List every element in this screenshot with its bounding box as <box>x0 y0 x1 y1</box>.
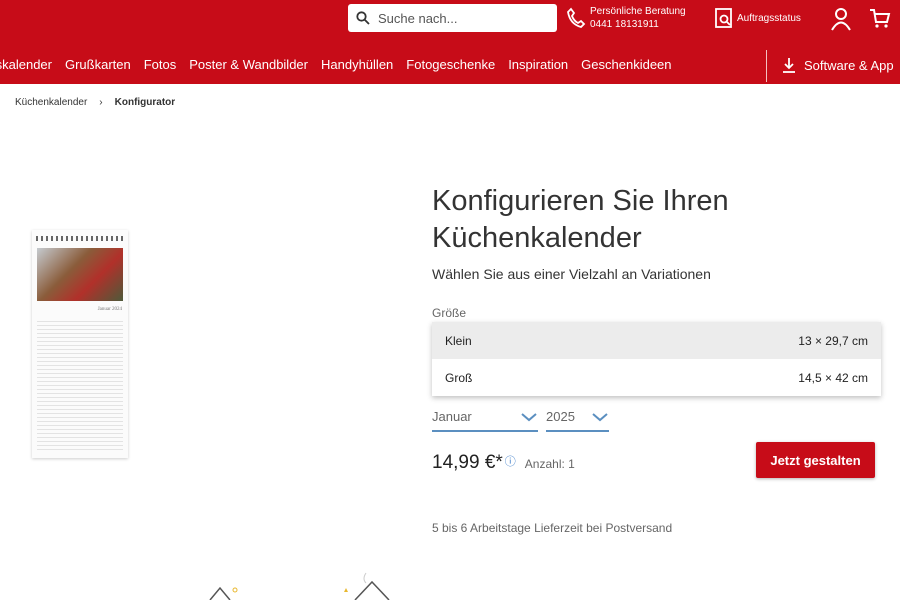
search-box[interactable] <box>348 4 557 32</box>
download-icon <box>783 58 795 73</box>
nav-item[interactable]: Handyhüllen <box>321 57 393 72</box>
delivery-info: 5 bis 6 Arbeitstage Lieferzeit bei Postv… <box>432 521 673 535</box>
option-dims: 14,5 × 42 cm <box>798 370 868 385</box>
option-name: Klein <box>445 333 472 348</box>
apps-label: Software & App <box>804 57 894 73</box>
cart-icon[interactable] <box>869 8 891 30</box>
month-select[interactable]: Januar <box>432 403 538 432</box>
nav-item[interactable]: Geschenkideen <box>581 57 671 72</box>
nav-item[interactable]: Poster & Wandbilder <box>189 57 308 72</box>
size-label: Größe <box>432 306 467 320</box>
info-icon[interactable]: ⓘ <box>505 453 516 469</box>
order-status-link[interactable]: Auftragsstatus <box>714 7 801 29</box>
year-value: 2025 <box>546 409 575 424</box>
page-title: Konfigurieren Sie Ihren Küchenkalender <box>432 185 729 254</box>
size-option-klein[interactable]: Klein 13 × 29,7 cm <box>432 322 881 359</box>
consult-label: Persönliche Beratung <box>590 6 686 17</box>
price: 14,99 €* <box>432 452 503 473</box>
consultation-link[interactable]: Persönliche Beratung 0441 18131911 <box>566 5 686 31</box>
quantity: Anzahl: 1 <box>524 457 575 471</box>
option-name: Groß <box>445 370 473 385</box>
price-row: 14,99 €* ⓘ Anzahl: 1 <box>432 452 575 474</box>
nav-item[interactable]: tskalender <box>0 57 52 72</box>
calendar-month: Januar 2024 <box>97 307 122 312</box>
phone-icon <box>567 7 586 29</box>
calendar-photo <box>37 248 123 301</box>
chevron-right-icon: › <box>99 97 103 108</box>
month-value: Januar <box>432 409 472 424</box>
search-input[interactable] <box>378 10 538 26</box>
product-image: Januar 2024 <box>32 230 128 458</box>
chevron-down-icon <box>592 412 608 421</box>
order-status-label: Auftragsstatus <box>737 12 801 24</box>
search-icon <box>356 11 370 25</box>
breadcrumb-current: Konfigurator <box>114 97 176 108</box>
order-search-icon <box>715 8 732 28</box>
calendar-lines <box>37 318 123 453</box>
user-icon[interactable] <box>830 7 852 31</box>
size-dropdown[interactable]: Klein 13 × 29,7 cm Groß 14,5 × 42 cm <box>432 322 881 396</box>
nav-item[interactable]: Fotogeschenke <box>406 57 495 72</box>
option-dims: 13 × 29,7 cm <box>798 333 868 348</box>
size-option-gross[interactable]: Groß 14,5 × 42 cm <box>432 359 881 396</box>
start-design-button[interactable]: Jetzt gestalten <box>756 442 875 478</box>
spiral-binding <box>36 236 124 241</box>
year-select[interactable]: 2025 <box>546 403 609 432</box>
chevron-down-icon <box>521 412 537 421</box>
header: Persönliche Beratung 0441 18131911 Auftra… <box>0 0 900 84</box>
breadcrumb: Küchenkalender › Konfigurator <box>15 97 175 108</box>
consult-phone: 0441 18131911 <box>590 19 659 30</box>
software-app-link[interactable]: Software & App <box>782 57 894 73</box>
nav-divider <box>766 50 767 82</box>
nav-item[interactable]: Fotos <box>144 57 177 72</box>
decorative-illustration <box>209 572 390 600</box>
breadcrumb-link[interactable]: Küchenkalender <box>15 97 87 108</box>
nav-item[interactable]: Inspiration <box>508 57 568 72</box>
subtitle: Wählen Sie aus einer Vielzahl an Variati… <box>432 266 711 282</box>
main-nav: tskalender Grußkarten Fotos Poster & Wan… <box>0 57 672 72</box>
nav-item[interactable]: Grußkarten <box>65 57 131 72</box>
